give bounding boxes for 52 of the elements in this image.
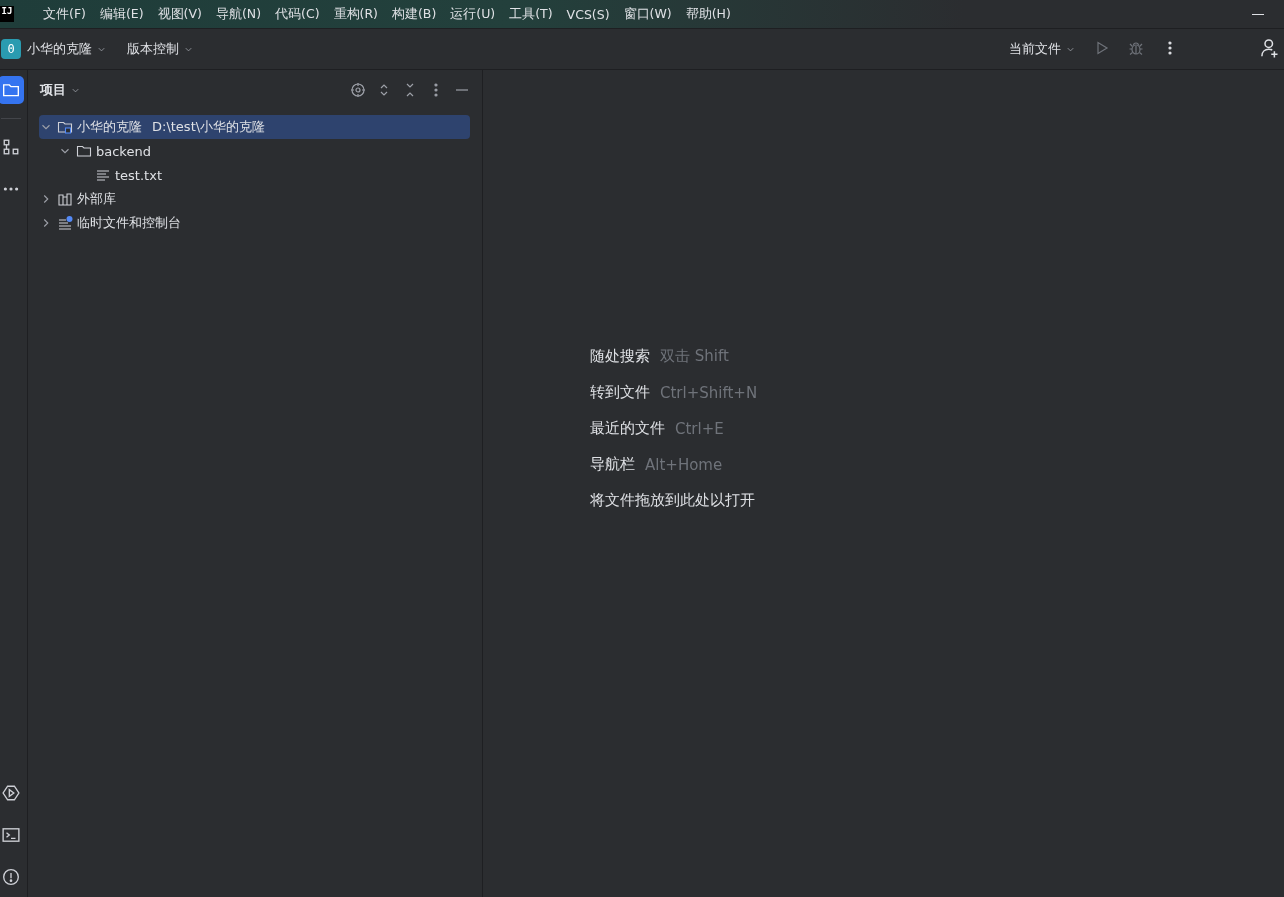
bug-icon[interactable] [1128, 39, 1144, 56]
app-logo[interactable]: IJ [0, 6, 14, 22]
library-icon [57, 191, 73, 207]
menu-item[interactable]: VCS(S) [559, 6, 617, 22]
tree-item-label: test.txt [115, 167, 162, 183]
add-user-icon[interactable] [1260, 37, 1280, 58]
tree-row[interactable]: 小华的克隆 D:\test\小华的克隆 [39, 115, 470, 139]
hint-action: 导航栏 [590, 455, 635, 474]
folder-icon[interactable] [1, 81, 20, 99]
run-icon[interactable] [1, 784, 20, 802]
tree-row[interactable]: 外部库 [39, 187, 470, 211]
hint-action: 将文件拖放到此处以打开 [590, 491, 755, 510]
folder-icon [76, 143, 92, 159]
menu-item[interactable]: 编辑(E) [92, 5, 151, 23]
menu-item[interactable]: 工具(T) [502, 5, 560, 23]
tree-item-label: backend [96, 143, 151, 159]
tree-item-label: 外部库 [77, 190, 116, 208]
project-badge: 0 [1, 39, 21, 59]
menu-item[interactable]: 窗口(W) [616, 5, 679, 23]
hint-shortcut: 双击 Shift [660, 347, 729, 366]
minimize-button[interactable] [1252, 13, 1264, 15]
vcs-dropdown[interactable]: 版本控制 [127, 40, 194, 58]
menu-item[interactable]: 构建(B) [384, 5, 444, 23]
warning-icon[interactable] [1, 868, 20, 886]
tree-item-label: 临时文件和控制台 [77, 214, 181, 232]
hint-action: 随处搜索 [590, 347, 650, 366]
tree-row[interactable]: test.txt [39, 163, 470, 187]
terminal-icon[interactable] [1, 826, 20, 844]
hint-shortcut: Ctrl+E [675, 419, 724, 438]
tree-row[interactable]: backend [39, 139, 470, 163]
hint-action: 最近的文件 [590, 419, 665, 438]
project-path: D:\test\小华的克隆 [152, 118, 266, 136]
menu-item[interactable]: 代码(C) [268, 5, 327, 23]
menu-item[interactable]: 文件(F) [36, 5, 93, 23]
menu-item[interactable]: 导航(N) [208, 5, 269, 23]
project-dropdown[interactable]: 小华的克隆 [27, 40, 107, 58]
menu-item[interactable]: 重构(R) [326, 5, 385, 23]
module-folder-icon [57, 119, 73, 135]
hint-action: 转到文件 [590, 383, 650, 402]
menu-item[interactable]: 帮助(H) [678, 5, 738, 23]
menu-item[interactable]: 视图(V) [150, 5, 209, 23]
hint-shortcut: Ctrl+Shift+N [660, 383, 758, 402]
tree-row[interactable]: 临时文件和控制台 [39, 211, 470, 235]
text-file-icon [95, 167, 111, 183]
hint-shortcut: Alt+Home [645, 455, 723, 474]
structure-icon[interactable] [1, 138, 20, 156]
project-view-dropdown[interactable]: 项目 [40, 81, 81, 99]
menu-item[interactable]: 运行(U) [443, 5, 503, 23]
tree-item-label: 小华的克隆 [77, 118, 142, 136]
scratch-list-icon [57, 215, 73, 231]
locate-icon[interactable] [350, 82, 366, 98]
run-config-dropdown[interactable]: 当前文件 [1009, 40, 1076, 58]
